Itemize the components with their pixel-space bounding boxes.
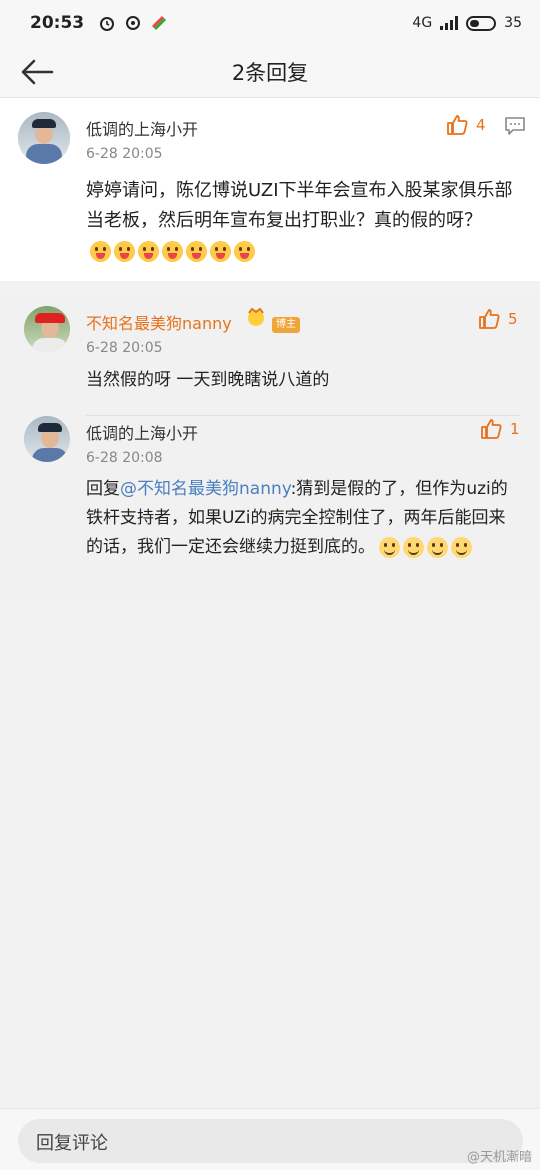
battery-icon: [466, 15, 497, 31]
comment-text-wrap: 婷婷请问，陈亿博说UZI下半年会宣布入股某家俱乐部当老板，然后明年宣布复出打职业…: [86, 176, 526, 266]
reply-time: 6-28 20:05: [86, 340, 163, 356]
emoji-row: [90, 240, 255, 262]
like-button[interactable]: 4: [446, 114, 486, 136]
smile-emoji-icon: [451, 536, 472, 558]
tongue-emoji-icon: [138, 240, 159, 262]
section-gap: [0, 281, 540, 298]
crown-badge-icon: [248, 307, 264, 326]
page-title: 2条回复: [231, 60, 309, 85]
watermark: @天机漸暗: [466, 1150, 532, 1165]
status-bar: 20:53 4G 35: [0, 0, 540, 46]
comment-icon[interactable]: [504, 116, 526, 136]
alarm-icon: [100, 17, 115, 31]
avatar[interactable]: [24, 306, 70, 352]
reply-text-wrap: 回复@不知名最美狗nanny:猜到是假的了，但作为uzi的铁杆支持者，如果UZi…: [86, 475, 518, 562]
reply-user-name[interactable]: 不知名最美狗nanny: [86, 310, 232, 334]
thumbs-up-icon: [447, 115, 468, 135]
network-type: 4G: [412, 15, 433, 31]
bottom-bar: 回复评论: [0, 1108, 540, 1170]
signal-icon: [440, 16, 459, 30]
like-count: 4: [476, 116, 486, 134]
mention-link[interactable]: @不知名最美狗nanny: [120, 479, 291, 499]
emoji-row: [379, 536, 472, 558]
status-time: 20:53: [30, 13, 85, 33]
blogger-badge: 博主: [272, 317, 300, 333]
header: 2条回复: [0, 46, 540, 98]
like-button[interactable]: 5: [478, 308, 518, 330]
reply-time: 6-28 20:08: [86, 450, 163, 466]
divider: [86, 415, 520, 416]
reply-prefix: 回复: [86, 479, 120, 499]
tongue-emoji-icon: [90, 240, 111, 262]
smile-emoji-icon: [427, 536, 448, 558]
comment-user-name[interactable]: 低调的上海小开: [86, 116, 198, 140]
tongue-emoji-icon: [162, 240, 183, 262]
thumbs-up-icon: [481, 419, 502, 439]
tongue-emoji-icon: [114, 240, 135, 262]
status-right: 4G 35: [412, 15, 522, 31]
reply-user-name[interactable]: 低调的上海小开: [86, 420, 198, 444]
weibo-colorful-icon: [152, 15, 167, 31]
reply-text: 当然假的呀 一天到晚瞎说八道的: [86, 370, 330, 390]
smile-emoji-icon: [403, 536, 424, 558]
tongue-emoji-icon: [234, 240, 255, 262]
comment-text: 婷婷请问，陈亿博说UZI下半年会宣布入股某家俱乐部当老板，然后明年宣布复出打职业…: [86, 180, 513, 231]
like-count: 1: [510, 420, 520, 438]
avatar[interactable]: [24, 416, 70, 462]
comment-time: 6-28 20:05: [86, 146, 163, 162]
main-comment: 低调的上海小开 6-28 20:05 4 婷婷请问，陈亿博说UZI下半年会宣布入…: [0, 98, 540, 281]
like-button[interactable]: 1: [480, 418, 520, 440]
tongue-emoji-icon: [210, 240, 231, 262]
smile-emoji-icon: [379, 536, 400, 558]
sync-icon: [126, 16, 141, 30]
reply-list: 不知名最美狗nanny 博主 6-28 20:05 5 当然假的呀 一天到晚瞎说…: [0, 298, 540, 598]
avatar[interactable]: [18, 112, 70, 164]
like-count: 5: [508, 310, 518, 328]
thumbs-up-icon: [479, 309, 500, 329]
battery-level: 35: [504, 15, 522, 31]
reply-text-line1: :猜到是假的了，但作为: [290, 479, 467, 499]
tongue-emoji-icon: [186, 240, 207, 262]
back-arrow-icon[interactable]: [18, 56, 58, 88]
reply-comment-input[interactable]: 回复评论: [18, 1119, 523, 1163]
